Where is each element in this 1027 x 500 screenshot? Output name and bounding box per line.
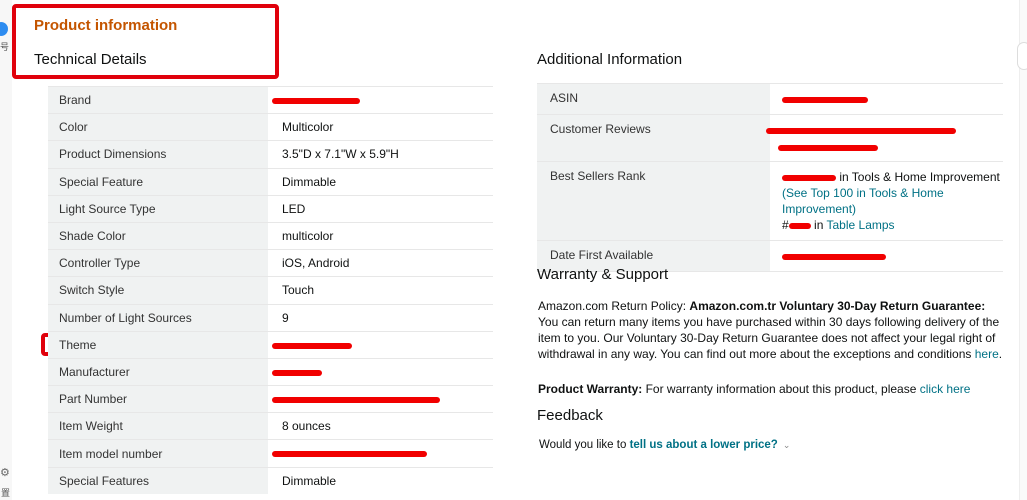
tech-detail-value — [268, 330, 493, 359]
tech-detail-label: Theme — [48, 330, 268, 359]
tech-detail-label: Manufacturer — [48, 357, 268, 386]
return-policy-body: You can return many items you have purch… — [538, 315, 1000, 361]
tech-detail-label: Shade Color — [48, 221, 268, 250]
rank-in-text: in — [814, 218, 824, 232]
tech-detail-label: Item model number — [48, 439, 268, 468]
tech-detail-value — [268, 357, 493, 386]
table-row: Special Features Dimmable — [48, 466, 493, 495]
product-warranty-text: Product Warranty: For warranty informati… — [538, 381, 1004, 397]
tech-detail-value: Multicolor — [268, 113, 493, 141]
return-policy-here-link[interactable]: here — [975, 347, 999, 361]
customer-reviews-value — [766, 114, 1003, 162]
settings-icon[interactable]: ⚙ — [0, 466, 10, 479]
tech-detail-label: Switch Style — [48, 276, 268, 304]
tech-detail-value: LED — [268, 194, 493, 223]
redaction-mark — [782, 253, 886, 260]
table-row: Product Dimensions 3.5"D x 7.1"W x 5.9"H — [48, 140, 493, 169]
gutter-label-top: 号 — [0, 43, 10, 53]
technical-details-table: Brand Color Multicolor Product Dimensions 3.… — [48, 85, 493, 495]
redaction-mark — [782, 174, 836, 181]
redaction-mark — [272, 396, 440, 403]
redaction-mark — [272, 342, 352, 349]
feedback-line: Would you like to tell us about a lower … — [539, 439, 790, 451]
product-warranty-body: For warranty information about this prod… — [645, 382, 917, 396]
app-icon[interactable] — [0, 22, 8, 36]
asin-label: ASIN — [537, 83, 770, 115]
redaction-mark — [272, 451, 427, 458]
table-row: Theme — [48, 330, 493, 359]
date-first-available-value — [770, 240, 1003, 272]
tech-detail-value: multicolor — [268, 221, 493, 250]
table-row: Item Weight 8 ounces — [48, 412, 493, 440]
gutter-label-bottom: 置 — [1, 489, 11, 499]
tech-detail-label: Light Source Type — [48, 194, 268, 223]
best-sellers-rank-label: Best Sellers Rank — [537, 161, 770, 241]
table-row: Number of Light Sources 9 — [48, 303, 493, 332]
redaction-mark — [272, 369, 322, 376]
tech-detail-value: iOS, Android — [268, 249, 493, 277]
tech-detail-value: Dimmable — [268, 466, 493, 495]
left-gutter: 号 ⚙ 置 — [0, 0, 12, 500]
return-policy-prefix: Amazon.com Return Policy: — [538, 299, 687, 313]
lower-price-link[interactable]: tell us about a lower price? — [630, 439, 778, 451]
tech-detail-value: Touch — [268, 276, 493, 304]
tech-detail-value — [268, 439, 493, 468]
table-row: Manufacturer — [48, 357, 493, 386]
best-sellers-rank-value: in Tools & Home Improvement (See Top 100… — [770, 161, 1003, 241]
table-row: Customer Reviews — [537, 114, 1003, 162]
table-row: Special Feature Dimmable — [48, 167, 493, 196]
tech-detail-label: Item Weight — [48, 412, 268, 440]
feedback-title: Feedback — [537, 407, 603, 424]
table-row: Shade Color multicolor — [48, 221, 493, 250]
redaction-mark — [272, 97, 360, 104]
asin-value — [770, 83, 1003, 115]
scroll-handle[interactable] — [1017, 42, 1027, 70]
tech-detail-label: Part Number — [48, 385, 268, 413]
rank-category-text: in Tools & Home Improvement — [839, 170, 1000, 184]
product-warranty-label: Product Warranty: — [538, 382, 643, 396]
tech-detail-value: 9 — [268, 303, 493, 332]
tech-detail-label: Special Features — [48, 466, 268, 495]
tech-detail-label: Number of Light Sources — [48, 303, 268, 332]
additional-information-title: Additional Information — [537, 51, 683, 68]
annotation-box-header — [12, 4, 279, 79]
tech-detail-label: Product Dimensions — [48, 140, 268, 169]
tech-detail-value: 3.5"D x 7.1"W x 5.9"H — [268, 140, 493, 169]
warranty-support-title: Warranty & Support — [537, 266, 669, 283]
tech-detail-label: Controller Type — [48, 249, 268, 277]
table-row: ASIN — [537, 83, 1003, 115]
tech-detail-label: Color — [48, 113, 268, 141]
rank-hash: # — [782, 218, 789, 232]
redaction-mark — [788, 222, 811, 229]
tech-detail-value — [268, 385, 493, 413]
tech-detail-label: Special Feature — [48, 167, 268, 196]
table-row: Best Sellers Rank in Tools & Home Improv… — [537, 161, 1003, 241]
table-row: Controller Type iOS, Android — [48, 249, 493, 277]
customer-reviews-label: Customer Reviews — [537, 114, 770, 162]
chevron-down-icon[interactable]: ⌄ — [783, 441, 791, 451]
return-policy-text: Amazon.com Return Policy: Amazon.com.tr … — [538, 299, 1003, 361]
table-row: Item model number — [48, 439, 493, 468]
scrollbar[interactable] — [1017, 0, 1027, 500]
see-top-100-link[interactable]: (See Top 100 in Tools & Home Improvement… — [782, 186, 944, 216]
tech-detail-label: Brand — [48, 85, 268, 114]
redaction-mark — [778, 144, 878, 151]
table-lamps-link[interactable]: Table Lamps — [827, 218, 895, 232]
table-row: Part Number — [48, 385, 493, 413]
return-policy-bold: Amazon.com.tr Voluntary 30-Day Return Gu… — [689, 299, 986, 313]
tech-detail-value: 8 ounces — [268, 412, 493, 440]
feedback-prompt: Would you like to — [539, 439, 627, 451]
table-row: Color Multicolor — [48, 113, 493, 141]
tech-detail-value: Dimmable — [268, 167, 493, 196]
table-row: Brand — [48, 85, 493, 114]
additional-information-table: ASIN Customer Reviews Best Sellers Rank … — [537, 83, 1003, 272]
tech-detail-value — [268, 85, 493, 114]
redaction-mark — [782, 96, 868, 103]
table-row: Switch Style Touch — [48, 276, 493, 304]
redaction-mark — [766, 127, 956, 134]
table-row: Light Source Type LED — [48, 194, 493, 223]
product-warranty-click-here-link[interactable]: click here — [920, 382, 971, 396]
